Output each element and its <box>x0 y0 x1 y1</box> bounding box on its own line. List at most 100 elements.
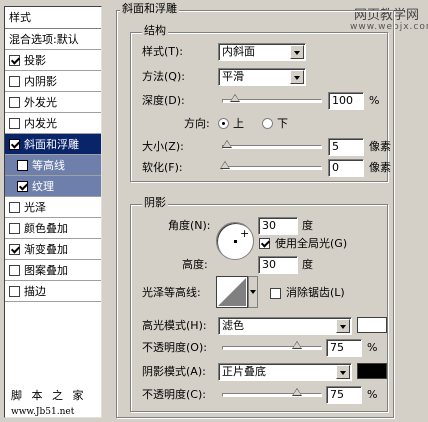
style-list-item[interactable]: 内阴影 <box>5 71 101 92</box>
style-list-item[interactable]: 描边 <box>5 281 101 302</box>
style-list-item[interactable]: 外发光 <box>5 92 101 113</box>
style-select-value: 内斜面 <box>222 45 255 58</box>
style-list-item[interactable]: 投影 <box>5 50 101 71</box>
size-input[interactable]: 5 <box>328 138 364 156</box>
direction-down-label: 下 <box>277 117 288 130</box>
style-list-item-label: 渐变叠加 <box>24 242 68 256</box>
shadow-mode-label: 阴影模式(A): <box>142 365 206 378</box>
style-list-checkbox[interactable] <box>9 54 20 66</box>
style-list-item-label: 图案叠加 <box>24 263 68 277</box>
footer-brand: 脚 本 之 家 <box>11 389 87 402</box>
highlight-opacity-input[interactable]: 75 <box>326 339 362 357</box>
style-list-item-label: 外发光 <box>24 95 57 109</box>
style-list-item[interactable]: 内发光 <box>5 113 101 134</box>
depth-label: 深度(D): <box>142 94 185 107</box>
highlight-opacity-label: 不透明度(O): <box>142 341 207 354</box>
global-light-label: 使用全局光(G) <box>275 237 348 250</box>
style-list-item-label: 混合选项:默认 <box>9 32 79 46</box>
depth-input[interactable]: 100 <box>328 92 364 110</box>
style-list-item[interactable]: 颜色叠加 <box>5 218 101 239</box>
highlight-opacity-thumb[interactable] <box>292 341 302 349</box>
chevron-down-icon[interactable] <box>290 45 304 59</box>
highlight-mode-value: 滤色 <box>222 319 244 332</box>
depth-slider[interactable] <box>222 94 322 103</box>
shadow-opacity-label: 不透明度(C): <box>142 388 206 401</box>
style-list-item-label: 等高线 <box>32 158 65 172</box>
shadow-opacity-unit: % <box>367 388 378 401</box>
shading-legend: 阴影 <box>142 196 168 209</box>
style-list-checkbox[interactable] <box>9 264 20 276</box>
style-list-item[interactable]: 斜面和浮雕 <box>5 134 101 155</box>
style-list-checkbox[interactable] <box>9 201 20 213</box>
chevron-down-icon[interactable] <box>290 70 304 84</box>
highlight-opacity-unit: % <box>367 341 378 354</box>
highlight-opacity-slider[interactable] <box>222 341 322 350</box>
antialias-label: 消除锯齿(L) <box>286 286 345 299</box>
structure-legend: 结构 <box>142 24 168 37</box>
direction-label: 方向: <box>184 117 210 130</box>
style-list-checkbox[interactable] <box>9 243 20 255</box>
altitude-unit: 度 <box>302 258 313 271</box>
gloss-contour-label: 光泽等高线: <box>142 286 201 299</box>
style-list-checkbox[interactable] <box>9 117 20 129</box>
style-list-item-label: 内阴影 <box>24 74 57 88</box>
soften-slider[interactable] <box>220 161 322 170</box>
shadow-mode-select[interactable]: 正片叠底 <box>218 363 352 381</box>
shadow-color-swatch[interactable] <box>357 363 387 379</box>
style-list-item-label: 光泽 <box>24 200 46 214</box>
depth-unit: % <box>369 94 380 107</box>
bevel-emboss-title: 斜面和浮雕 <box>120 2 179 15</box>
style-list-item[interactable]: 混合选项:默认 <box>5 29 101 50</box>
shadow-opacity-thumb[interactable] <box>292 388 302 396</box>
soften-unit: 像素 <box>369 161 391 174</box>
altitude-label: 高度: <box>182 258 208 271</box>
chevron-down-icon[interactable] <box>336 365 350 379</box>
shadow-opacity-slider[interactable] <box>222 388 322 397</box>
depth-slider-thumb[interactable] <box>229 94 240 102</box>
style-list-item[interactable]: 等高线 <box>5 155 101 176</box>
style-select[interactable]: 内斜面 <box>218 43 306 61</box>
chevron-down-icon[interactable] <box>336 319 350 333</box>
style-list-checkbox[interactable] <box>9 285 20 297</box>
angle-dial-center <box>234 240 237 243</box>
highlight-color-swatch[interactable] <box>357 317 387 333</box>
technique-select[interactable]: 平滑 <box>218 68 306 86</box>
style-list-checkbox[interactable] <box>17 159 28 171</box>
style-list-item[interactable]: 渐变叠加 <box>5 239 101 260</box>
contour-preview-icon <box>216 276 248 308</box>
style-list-item[interactable]: 图案叠加 <box>5 260 101 281</box>
highlight-mode-label: 高光模式(H): <box>142 319 207 332</box>
shadow-mode-value: 正片叠底 <box>222 365 266 378</box>
soften-input[interactable]: 0 <box>328 159 364 177</box>
style-list-checkbox[interactable] <box>9 96 20 108</box>
size-slider[interactable] <box>221 140 322 149</box>
size-label: 大小(Z): <box>142 140 184 153</box>
direction-down-radio[interactable] <box>262 118 273 129</box>
angle-dial[interactable]: + <box>216 222 254 260</box>
altitude-input[interactable]: 30 <box>258 256 298 274</box>
size-slider-thumb[interactable] <box>221 140 232 148</box>
footer-url: www.Jb51.net <box>11 407 75 417</box>
style-list-items: 混合选项:默认投影内阴影外发光内发光斜面和浮雕等高线纹理光泽颜色叠加渐变叠加图案… <box>5 29 101 302</box>
size-unit: 像素 <box>369 140 391 153</box>
style-list-checkbox[interactable] <box>9 138 20 150</box>
direction-up-radio[interactable] <box>218 118 229 129</box>
shadow-opacity-input[interactable]: 75 <box>326 386 362 404</box>
gloss-contour-picker[interactable] <box>216 276 258 308</box>
style-list-checkbox[interactable] <box>17 180 28 192</box>
technique-select-value: 平滑 <box>222 70 244 83</box>
style-list-item-label: 描边 <box>24 284 46 298</box>
style-list-checkbox[interactable] <box>9 222 20 234</box>
highlight-mode-select[interactable]: 滤色 <box>218 317 352 335</box>
style-list-item-label: 斜面和浮雕 <box>24 137 79 151</box>
global-light-checkbox[interactable] <box>259 238 270 249</box>
style-list-item-label: 内发光 <box>24 116 57 130</box>
angle-input[interactable]: 30 <box>258 217 298 235</box>
style-list-checkbox[interactable] <box>9 75 20 87</box>
antialias-checkbox[interactable] <box>270 288 281 299</box>
soften-slider-thumb[interactable] <box>220 161 230 169</box>
style-list-item[interactable]: 光泽 <box>5 197 101 218</box>
chevron-down-icon[interactable] <box>248 276 258 308</box>
style-list-item-label: 颜色叠加 <box>24 221 68 235</box>
style-list-item[interactable]: 纹理 <box>5 176 101 197</box>
